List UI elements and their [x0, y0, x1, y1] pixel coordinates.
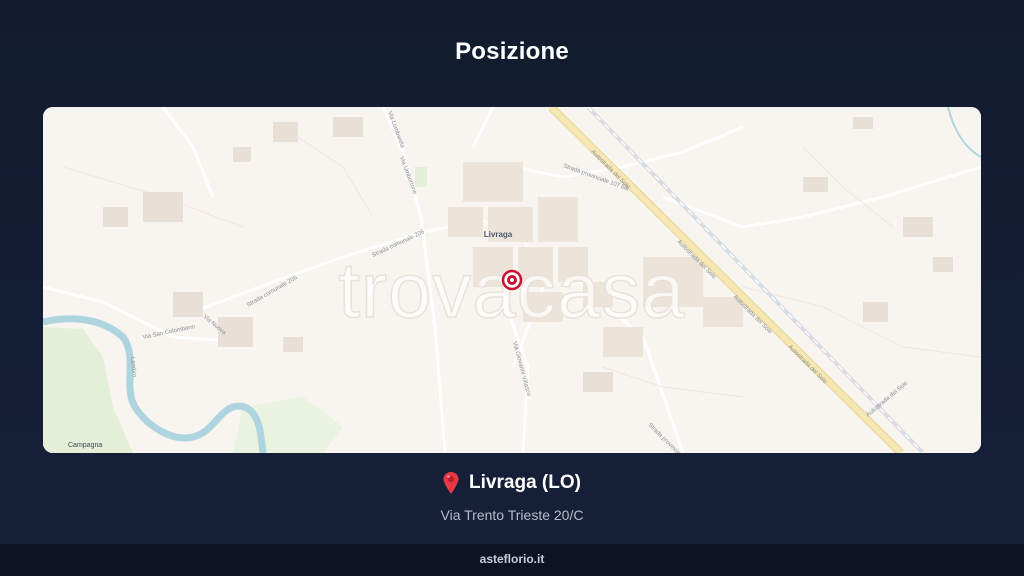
- green-area: [415, 167, 427, 187]
- footer-site-link[interactable]: asteflorio.it: [480, 552, 545, 566]
- location-info: Livraga (LO) Via Trento Trieste 20/C: [0, 472, 1024, 523]
- map-pin-icon: [443, 472, 459, 494]
- town-label: Livraga: [484, 230, 513, 239]
- page-title: Posizione: [455, 38, 569, 65]
- map-corner-label: Campagna: [68, 442, 102, 449]
- location-address: Via Trento Trieste 20/C: [440, 507, 584, 523]
- location-marker-icon[interactable]: [501, 269, 523, 291]
- location-name: Livraga (LO): [469, 472, 581, 493]
- map-view[interactable]: Autostrada del Sole Autostrada del Sole …: [43, 107, 981, 453]
- location-title: Livraga (LO): [443, 472, 581, 494]
- map-canvas: Autostrada del Sole Autostrada del Sole …: [43, 107, 981, 453]
- footer: asteflorio.it: [0, 544, 1024, 576]
